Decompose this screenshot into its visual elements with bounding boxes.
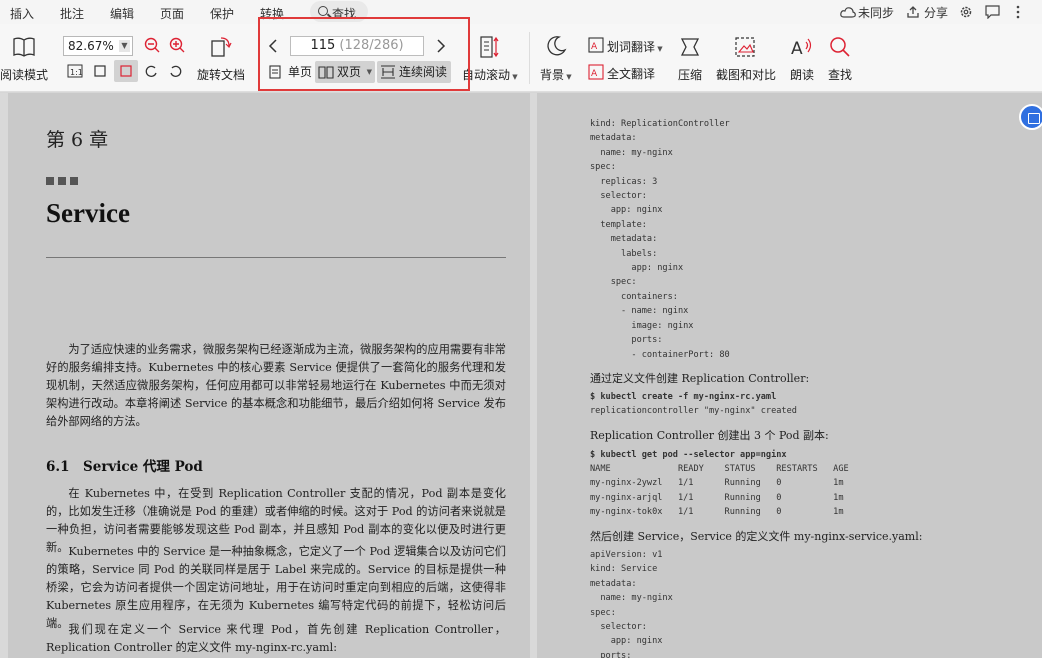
chevron-down-icon: ▼ <box>119 40 130 52</box>
word-translate-button[interactable]: 划词翻译 ▼ <box>607 38 663 55</box>
svg-text:A: A <box>591 42 598 52</box>
read-aloud-button[interactable]: 朗读 <box>790 66 814 83</box>
right-page: kind: ReplicationController metadata: na… <box>537 93 1042 658</box>
paragraph-3: 我们现在定义一个 Service 来代理 Pod，首先创建 Replicatio… <box>46 623 506 654</box>
command-get-pod: $ kubectl get pod --selector app=nginx <box>590 450 787 460</box>
menu-page[interactable]: 页面 <box>160 5 184 22</box>
zoom-value: 82.67% <box>68 39 114 53</box>
toolbar-divider <box>529 32 530 84</box>
screenshot-compare-button[interactable]: 截图和对比 <box>716 66 776 83</box>
screenshot-icon[interactable] <box>733 35 757 59</box>
title-divider <box>46 257 506 258</box>
chapter-decoration <box>46 170 82 189</box>
code-block-service: apiVersion: v1 kind: Service metadata: n… <box>590 550 673 658</box>
search-icon <box>318 6 328 16</box>
zoom-out-icon[interactable] <box>144 37 160 53</box>
fit-width-icon <box>120 65 132 77</box>
background-label: 背景 <box>540 68 565 82</box>
auto-scroll-icon[interactable] <box>479 35 501 59</box>
gear-icon[interactable] <box>959 5 973 19</box>
word-translate-icon[interactable]: A <box>588 37 604 53</box>
sync-status[interactable]: 未同步 <box>858 4 894 21</box>
rotate-right-icon[interactable] <box>169 64 183 78</box>
word-translate-label: 划词翻译 <box>607 40 656 54</box>
find-icon[interactable] <box>829 36 851 58</box>
text-create-service: 然后创建 Service，Service 的定义文件 my-nginx-serv… <box>590 530 923 543</box>
rotate-doc-button[interactable]: 旋转文档 <box>197 66 245 83</box>
book-icon[interactable] <box>12 36 36 58</box>
command-create: $ kubectl create -f my-nginx-rc.yaml <box>590 392 777 402</box>
left-page: 第 6 章 Service 为了适应快速的业务需求，微服务架构已经逐渐成为主流，… <box>8 93 530 658</box>
code-block-rc: kind: ReplicationController metadata: na… <box>590 119 730 360</box>
auto-scroll-button[interactable]: 自动滚动 ▼ <box>462 66 518 83</box>
fit-page-icon[interactable] <box>93 64 107 78</box>
text-pod-replicas: Replication Controller 创建出 3 个 Pod 副本: <box>590 429 829 442</box>
menu-protect[interactable]: 保护 <box>210 5 234 22</box>
menu-bar: 插入 批注 编辑 页面 保护 转换 查找 未同步 分享 <box>0 0 1042 24</box>
full-translate-button[interactable]: 全文翻译 <box>607 65 655 82</box>
more-icon[interactable] <box>1016 5 1020 19</box>
compress-button[interactable]: 压缩 <box>678 66 702 83</box>
find-button[interactable]: 查找 <box>828 66 852 83</box>
toolbar: 阅读模式 82.67% ▼ 1:1 旋转文档 单页 双页 ▼ 连续阅读 自动滚动… <box>0 24 1042 92</box>
menu-edit[interactable]: 编辑 <box>110 5 134 22</box>
background-button[interactable]: 背景 ▼ <box>540 66 572 83</box>
intro-paragraph: 为了适应快速的业务需求，微服务架构已经逐渐成为主流，微服务架构的应用需要有非常好… <box>46 343 506 428</box>
read-mode-button[interactable]: 阅读模式 <box>0 66 48 83</box>
message-icon[interactable] <box>985 5 1000 19</box>
command-output-pods: NAME READY STATUS RESTARTS AGE my-nginx-… <box>590 464 849 518</box>
share-icon <box>907 6 919 18</box>
chapter-title: Service <box>46 198 130 228</box>
rotate-left-icon[interactable] <box>144 64 158 78</box>
menu-insert[interactable]: 插入 <box>10 5 34 22</box>
cloud-icon <box>840 7 856 18</box>
document-area[interactable]: 第 6 章 Service 为了适应快速的业务需求，微服务架构已经逐渐成为主流，… <box>0 93 1042 658</box>
paragraph-2: Kubernetes 中的 Service 是一种抽象概念，它定义了一个 Pod… <box>46 545 506 630</box>
text-create-rc: 通过定义文件创建 Replication Controller: <box>590 372 810 385</box>
compress-icon[interactable] <box>679 36 701 58</box>
floating-tool-button[interactable] <box>1019 104 1042 130</box>
full-translate-icon[interactable]: A <box>588 64 604 80</box>
command-output-create: replicationcontroller "my-nginx" created <box>590 406 797 416</box>
svg-text:1:1: 1:1 <box>70 68 83 77</box>
svg-text:A: A <box>591 69 598 79</box>
share-button[interactable]: 分享 <box>924 4 948 21</box>
zoom-select[interactable]: 82.67% ▼ <box>63 36 133 56</box>
menu-annotate[interactable]: 批注 <box>60 5 84 22</box>
highlight-box <box>258 17 470 91</box>
zoom-in-icon[interactable] <box>169 37 185 53</box>
section-heading: 6.1 Service 代理 Pod <box>46 459 203 475</box>
chapter-number: 第 6 章 <box>46 129 109 151</box>
moon-icon[interactable] <box>545 35 567 57</box>
read-aloud-icon[interactable]: A <box>790 35 814 59</box>
actual-size-icon[interactable]: 1:1 <box>67 64 83 78</box>
svg-text:A: A <box>791 39 803 59</box>
rotate-doc-icon[interactable] <box>209 35 233 59</box>
fit-width-button[interactable] <box>114 60 138 82</box>
